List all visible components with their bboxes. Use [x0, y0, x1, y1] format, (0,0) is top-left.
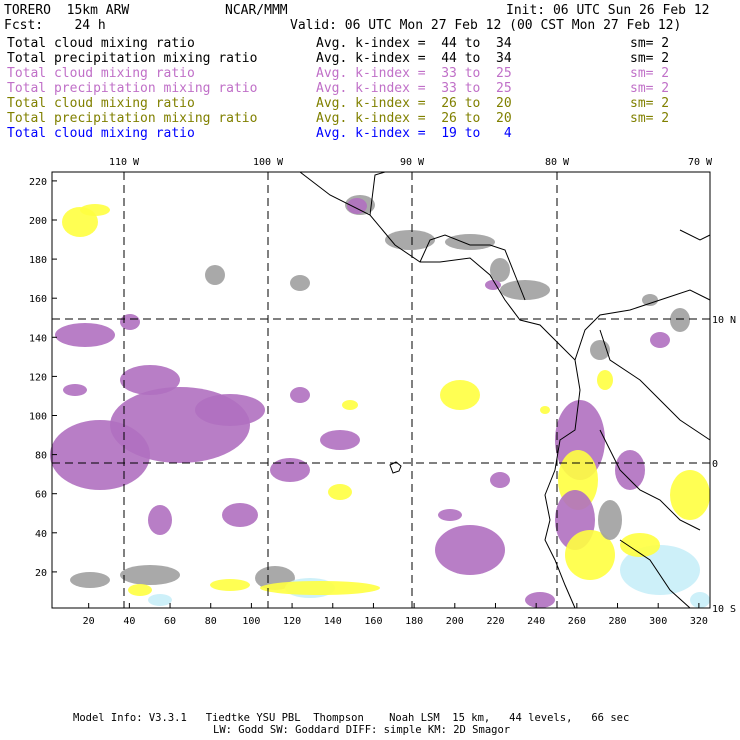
cloud-yellow-area: [80, 204, 110, 216]
x-tick-label: 320: [690, 616, 708, 627]
cloud-yellow-area: [328, 484, 352, 500]
x-tick-label: 220: [486, 616, 504, 627]
x-tick-label: 60: [164, 616, 176, 627]
cloud-purple-area: [148, 505, 172, 535]
cloud-purple-area: [270, 458, 310, 482]
cloud-grey-area: [445, 234, 495, 250]
cloud-yellow-area: [210, 579, 250, 591]
cloud-yellow-area: [128, 584, 152, 596]
cloud-purple-area: [50, 420, 150, 490]
cloud-purple-area: [120, 365, 180, 395]
cloud-grey-area: [205, 265, 225, 285]
x-tick-label: 260: [568, 616, 586, 627]
cloud-purple-area: [120, 314, 140, 330]
longitude-label: 100 W: [253, 157, 284, 168]
x-tick-label: 100: [242, 616, 260, 627]
cloud-yellow-area: [540, 406, 550, 414]
latitude-label: 10 N: [712, 315, 736, 326]
latitude-label: 0: [712, 459, 718, 470]
cloud-yellow-area: [440, 380, 480, 410]
x-tick-label: 80: [205, 616, 217, 627]
cloud-purple-area: [195, 394, 265, 426]
cloud-lightblue-area: [690, 592, 710, 608]
longitude-label: 70 W: [688, 157, 713, 168]
cloud-purple-area: [438, 509, 462, 521]
x-tick-label: 40: [123, 616, 135, 627]
x-tick-label: 120: [283, 616, 301, 627]
y-tick-label: 120: [29, 372, 47, 383]
x-tick-label: 20: [83, 616, 95, 627]
x-tick-label: 140: [324, 616, 342, 627]
model-info-line2: LW: Godd SW: Goddard DIFF: simple KM: 2D…: [213, 724, 511, 736]
cloud-grey-area: [670, 308, 690, 332]
x-tick-label: 240: [527, 616, 545, 627]
y-tick-label: 160: [29, 294, 47, 305]
longitude-label: 80 W: [545, 157, 570, 168]
longitude-label: 110 W: [109, 157, 140, 168]
cloud-grey-area: [385, 230, 435, 250]
cloud-purple-area: [650, 332, 670, 348]
cloud-grey-area: [500, 280, 550, 300]
longitude-label: 90 W: [400, 157, 425, 168]
cloud-grey-area: [490, 258, 510, 282]
coastline: [679, 229, 711, 241]
cloud-lightblue-area: [148, 594, 172, 606]
x-tick-label: 300: [649, 616, 667, 627]
cloud-purple-area: [55, 323, 115, 347]
cloud-purple-area: [222, 503, 258, 527]
cloud-yellow-area: [342, 400, 358, 410]
x-tick-label: 200: [446, 616, 464, 627]
galapagos-islands: [389, 461, 402, 474]
y-tick-label: 40: [35, 529, 47, 540]
cloud-yellow-area: [597, 370, 613, 390]
x-tick-label: 280: [608, 616, 626, 627]
cloud-grey-area: [642, 294, 658, 306]
x-tick-label: 160: [364, 616, 382, 627]
cloud-purple-area: [490, 472, 510, 488]
y-tick-label: 220: [29, 177, 47, 188]
cloud-yellow-area: [670, 470, 710, 520]
latitude-label: 10 S: [712, 604, 736, 615]
cloud-yellow-area: [260, 581, 380, 595]
y-tick-label: 100: [29, 412, 47, 423]
cloud-purple-area: [435, 525, 505, 575]
y-tick-label: 20: [35, 568, 47, 579]
cloud-grey-area: [70, 572, 110, 588]
y-tick-label: 140: [29, 333, 47, 344]
cloud-purple-area: [290, 387, 310, 403]
x-tick-label: 180: [405, 616, 423, 627]
cloud-grey-area: [598, 500, 622, 540]
cloud-grey-area: [290, 275, 310, 291]
cloud-grey-area: [120, 565, 180, 585]
model-info-line1: Model Info: V3.3.1 Tiedtke YSU PBL Thomp…: [73, 712, 630, 724]
cloud-purple-area: [63, 384, 87, 396]
map-plot: 110 W 100 W 90 W 80 W 70 W 10 N 0 10 S 20 40 60 80 1…: [29, 157, 736, 627]
y-tick-label: 200: [29, 216, 47, 227]
cloud-purple-area: [320, 430, 360, 450]
y-tick-label: 180: [29, 255, 47, 266]
y-tick-label: 80: [35, 451, 47, 462]
cloud-purple-area: [525, 592, 555, 608]
y-tick-label: 60: [35, 490, 47, 501]
